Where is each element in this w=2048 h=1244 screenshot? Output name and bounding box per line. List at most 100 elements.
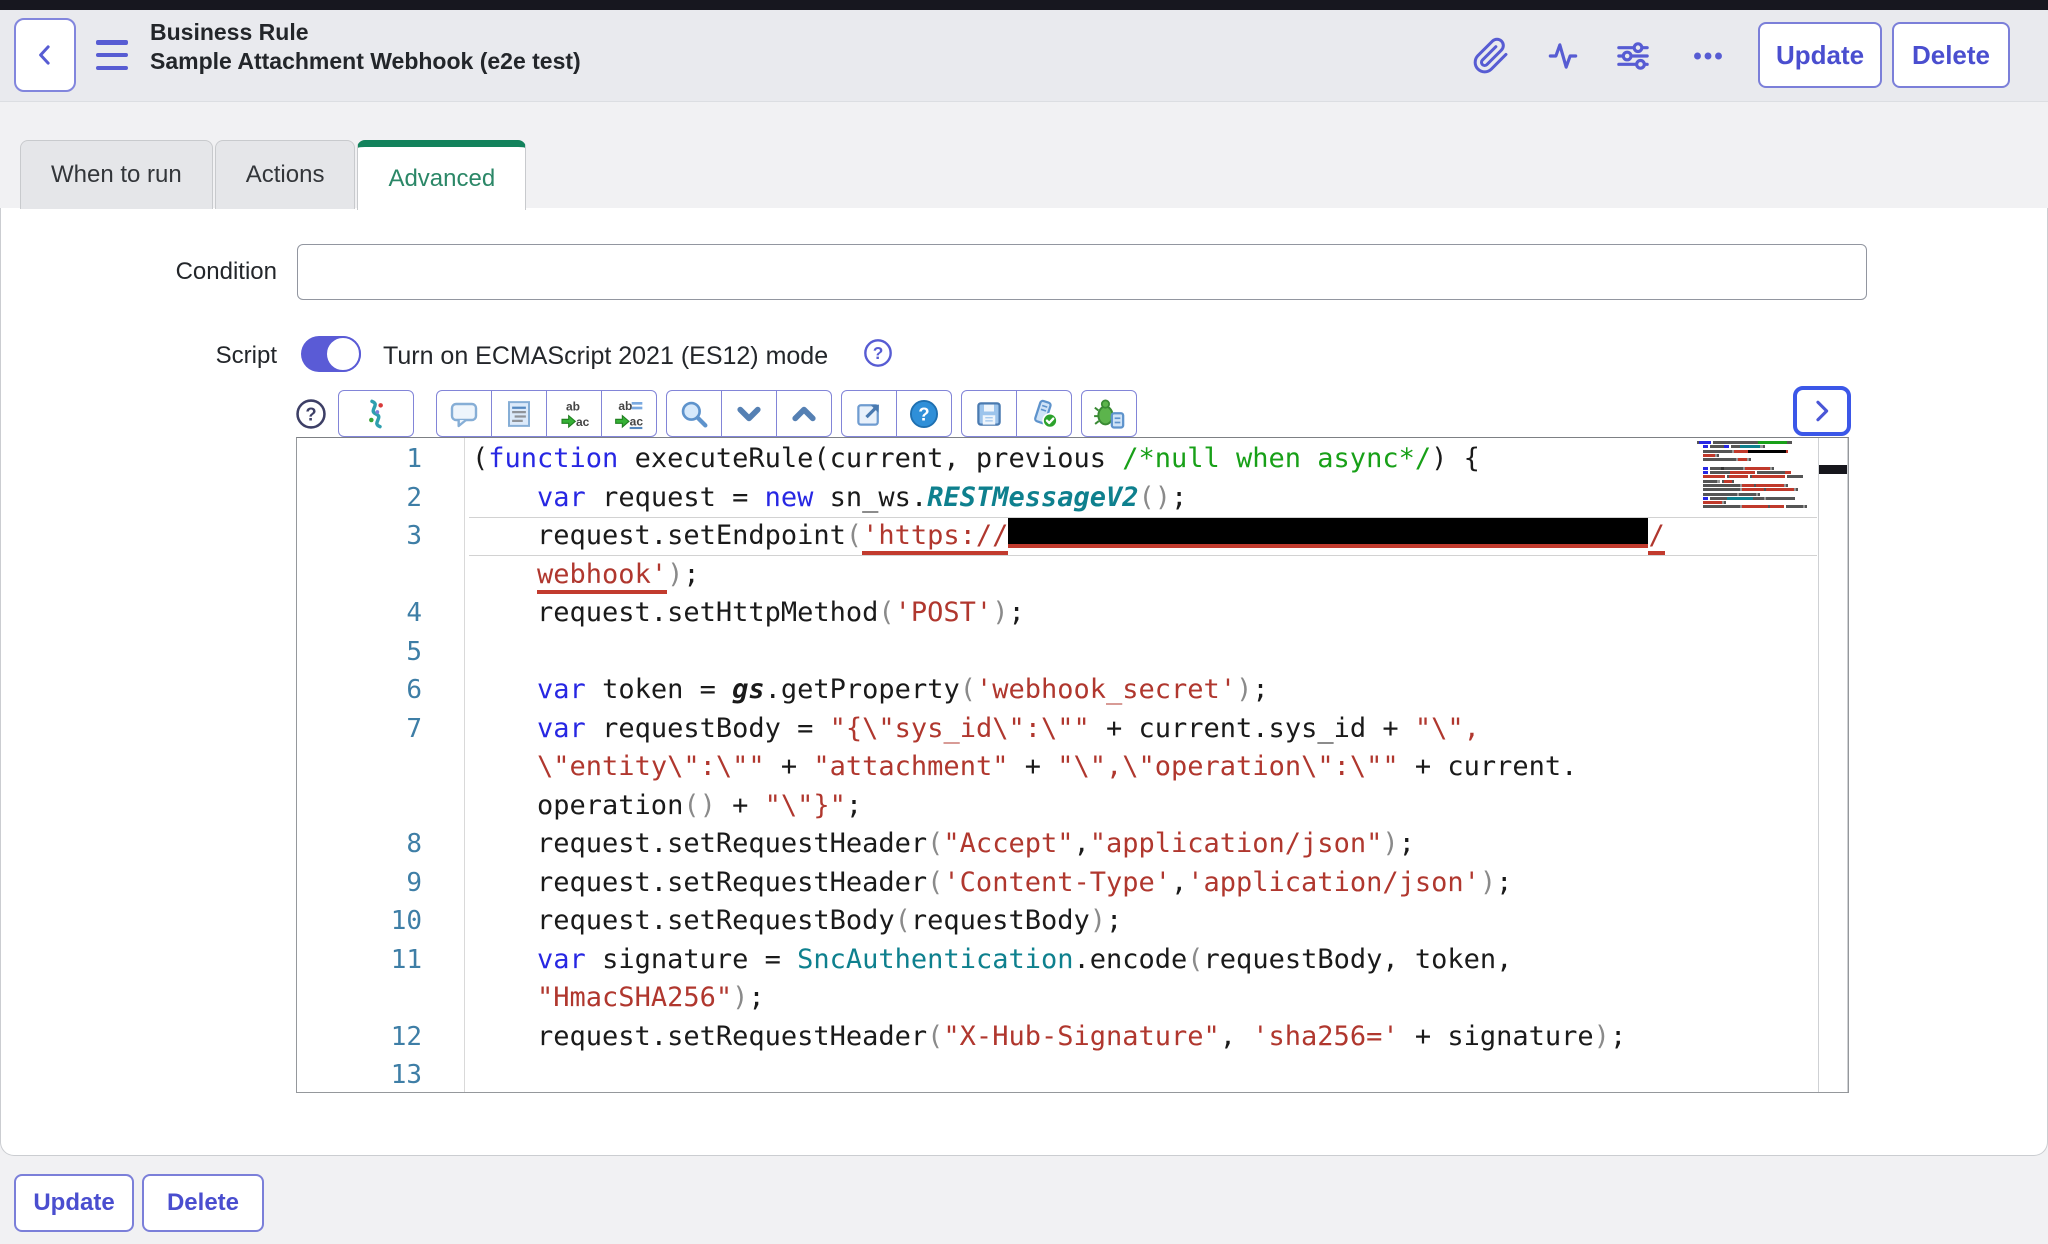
replace-button[interactable]: ab ac bbox=[546, 390, 602, 437]
code-line-wrap: webhook'); bbox=[297, 556, 1848, 595]
svg-text:?: ? bbox=[873, 343, 884, 363]
code-line-5: 5 bbox=[297, 633, 1848, 672]
line-number bbox=[297, 787, 422, 826]
code-line-6: 6 var token = gs.getProperty('webhook_se… bbox=[297, 671, 1848, 710]
line-number bbox=[297, 748, 422, 787]
code-line-wrap: operation() + "\"}"; bbox=[297, 787, 1848, 826]
find-previous-button[interactable] bbox=[776, 390, 832, 437]
context-menu-icon[interactable] bbox=[96, 40, 128, 70]
script-debugger-button[interactable] bbox=[1081, 390, 1137, 437]
open-new-window-icon bbox=[854, 399, 884, 429]
replace-all-icon: abac bbox=[613, 398, 645, 430]
open-new-window-button[interactable] bbox=[841, 390, 897, 437]
validate-script-button[interactable] bbox=[1016, 390, 1072, 437]
script-label: Script bbox=[1, 342, 277, 370]
toggle-knob bbox=[325, 336, 361, 372]
window-top-bar bbox=[0, 0, 2048, 10]
line-number: 10 bbox=[297, 902, 422, 941]
personalize-form-icon[interactable] bbox=[1611, 34, 1655, 78]
advanced-tab-panel: Condition Script Turn on ECMAScript 2021… bbox=[0, 208, 2048, 1156]
code-line-10: 10 request.setRequestBody(requestBody); bbox=[297, 902, 1848, 941]
form-tabs: When to runActionsAdvanced bbox=[20, 140, 528, 209]
svg-text:ab: ab bbox=[618, 399, 632, 413]
delete-button-footer[interactable]: Delete bbox=[142, 1174, 264, 1232]
svg-text:?: ? bbox=[918, 403, 929, 424]
toggle-comment-button[interactable] bbox=[436, 390, 492, 437]
code-line-3: 3 request.setEndpoint('https:/// bbox=[297, 517, 1848, 556]
more-options-icon[interactable] bbox=[1686, 34, 1730, 78]
code-line-4: 4 request.setHttpMethod('POST'); bbox=[297, 594, 1848, 633]
delete-button-header[interactable]: Delete bbox=[1892, 22, 2010, 88]
toolbar-group bbox=[961, 390, 1072, 437]
search-icon bbox=[678, 398, 710, 430]
chevron-right-icon bbox=[1808, 397, 1836, 425]
line-number: 5 bbox=[297, 633, 422, 672]
help-button[interactable]: ? bbox=[896, 390, 952, 437]
code-line-8: 8 request.setRequestHeader("Accept","app… bbox=[297, 825, 1848, 864]
format-code-button[interactable] bbox=[491, 390, 547, 437]
script-editor-toolbar: ? abacabac? bbox=[294, 390, 1146, 437]
find-previous-icon bbox=[789, 399, 819, 429]
tab-advanced[interactable]: Advanced bbox=[357, 140, 526, 210]
chevron-left-icon bbox=[30, 40, 60, 70]
find-next-icon bbox=[734, 399, 764, 429]
tab-when-to-run[interactable]: When to run bbox=[20, 140, 213, 209]
replace-all-button[interactable]: abac bbox=[601, 390, 657, 437]
record-type: Business Rule bbox=[150, 18, 581, 47]
update-button-footer[interactable]: Update bbox=[14, 1174, 134, 1232]
line-number: 4 bbox=[297, 594, 422, 633]
svg-text:ab: ab bbox=[566, 399, 580, 413]
code-minimap bbox=[1697, 441, 1815, 517]
code-line-11: 11 var signature = SncAuthentication.enc… bbox=[297, 941, 1848, 980]
record-name: Sample Attachment Webhook (e2e test) bbox=[150, 47, 581, 76]
gutter-divider bbox=[464, 438, 465, 1092]
record-title: Business Rule Sample Attachment Webhook … bbox=[150, 18, 581, 76]
back-button[interactable] bbox=[14, 18, 76, 92]
update-button-header[interactable]: Update bbox=[1758, 22, 1882, 88]
svg-text:?: ? bbox=[305, 403, 316, 424]
es12-help-icon[interactable]: ? bbox=[861, 336, 895, 370]
toolbar-button-groups: abacabac? bbox=[338, 390, 1146, 437]
script-code-editor[interactable]: 1(function executeRule(current, previous… bbox=[296, 437, 1849, 1093]
code-line-1: 1(function executeRule(current, previous… bbox=[297, 440, 1848, 479]
syntax-editor-macro-icon bbox=[360, 398, 392, 430]
tab-actions[interactable]: Actions bbox=[215, 140, 356, 209]
save-button[interactable] bbox=[961, 390, 1017, 437]
editor-scrollbar[interactable] bbox=[1818, 438, 1848, 1092]
expand-editor-button[interactable] bbox=[1793, 386, 1851, 436]
toolbar-group bbox=[666, 390, 832, 437]
code-line-13: 13 bbox=[297, 1056, 1848, 1093]
form-header: Business Rule Sample Attachment Webhook … bbox=[0, 10, 2048, 102]
toolbar-group: abacabac bbox=[436, 390, 657, 437]
line-number: 2 bbox=[297, 479, 422, 518]
svg-text:ac: ac bbox=[630, 414, 644, 428]
code-line-wrap: "HmacSHA256"); bbox=[297, 979, 1848, 1018]
format-code-icon bbox=[504, 399, 534, 429]
line-number: 3 bbox=[297, 517, 422, 556]
line-number: 8 bbox=[297, 825, 422, 864]
line-number: 11 bbox=[297, 941, 422, 980]
syntax-editor-macro-button[interactable] bbox=[338, 390, 414, 437]
es12-toggle-label: Turn on ECMAScript 2021 (ES12) mode bbox=[383, 342, 828, 371]
scrollbar-annotation-mark bbox=[1819, 465, 1847, 474]
save-icon bbox=[974, 399, 1004, 429]
es12-toggle[interactable] bbox=[301, 336, 361, 372]
code-line-2: 2 var request = new sn_ws.RESTMessageV2(… bbox=[297, 479, 1848, 518]
line-number: 12 bbox=[297, 1018, 422, 1057]
attachment-icon[interactable] bbox=[1469, 34, 1513, 78]
help-icon: ? bbox=[908, 398, 940, 430]
activity-stream-icon[interactable] bbox=[1541, 34, 1585, 78]
validate-script-icon bbox=[1028, 398, 1060, 430]
editor-help-icon[interactable]: ? bbox=[294, 397, 328, 431]
business-rule-page: Business Rule Sample Attachment Webhook … bbox=[0, 0, 2048, 1244]
redacted-endpoint-url bbox=[1008, 518, 1648, 548]
search-button[interactable] bbox=[666, 390, 722, 437]
line-number: 6 bbox=[297, 671, 422, 710]
code-line-wrap: \"entity\":\"" + "attachment" + "\",\"op… bbox=[297, 748, 1848, 787]
find-next-button[interactable] bbox=[721, 390, 777, 437]
condition-input[interactable] bbox=[297, 244, 1867, 300]
code-line-12: 12 request.setRequestHeader("X-Hub-Signa… bbox=[297, 1018, 1848, 1057]
svg-text:ac: ac bbox=[576, 415, 590, 429]
line-number: 13 bbox=[297, 1056, 422, 1093]
code-lines: 1(function executeRule(current, previous… bbox=[297, 440, 1848, 1093]
